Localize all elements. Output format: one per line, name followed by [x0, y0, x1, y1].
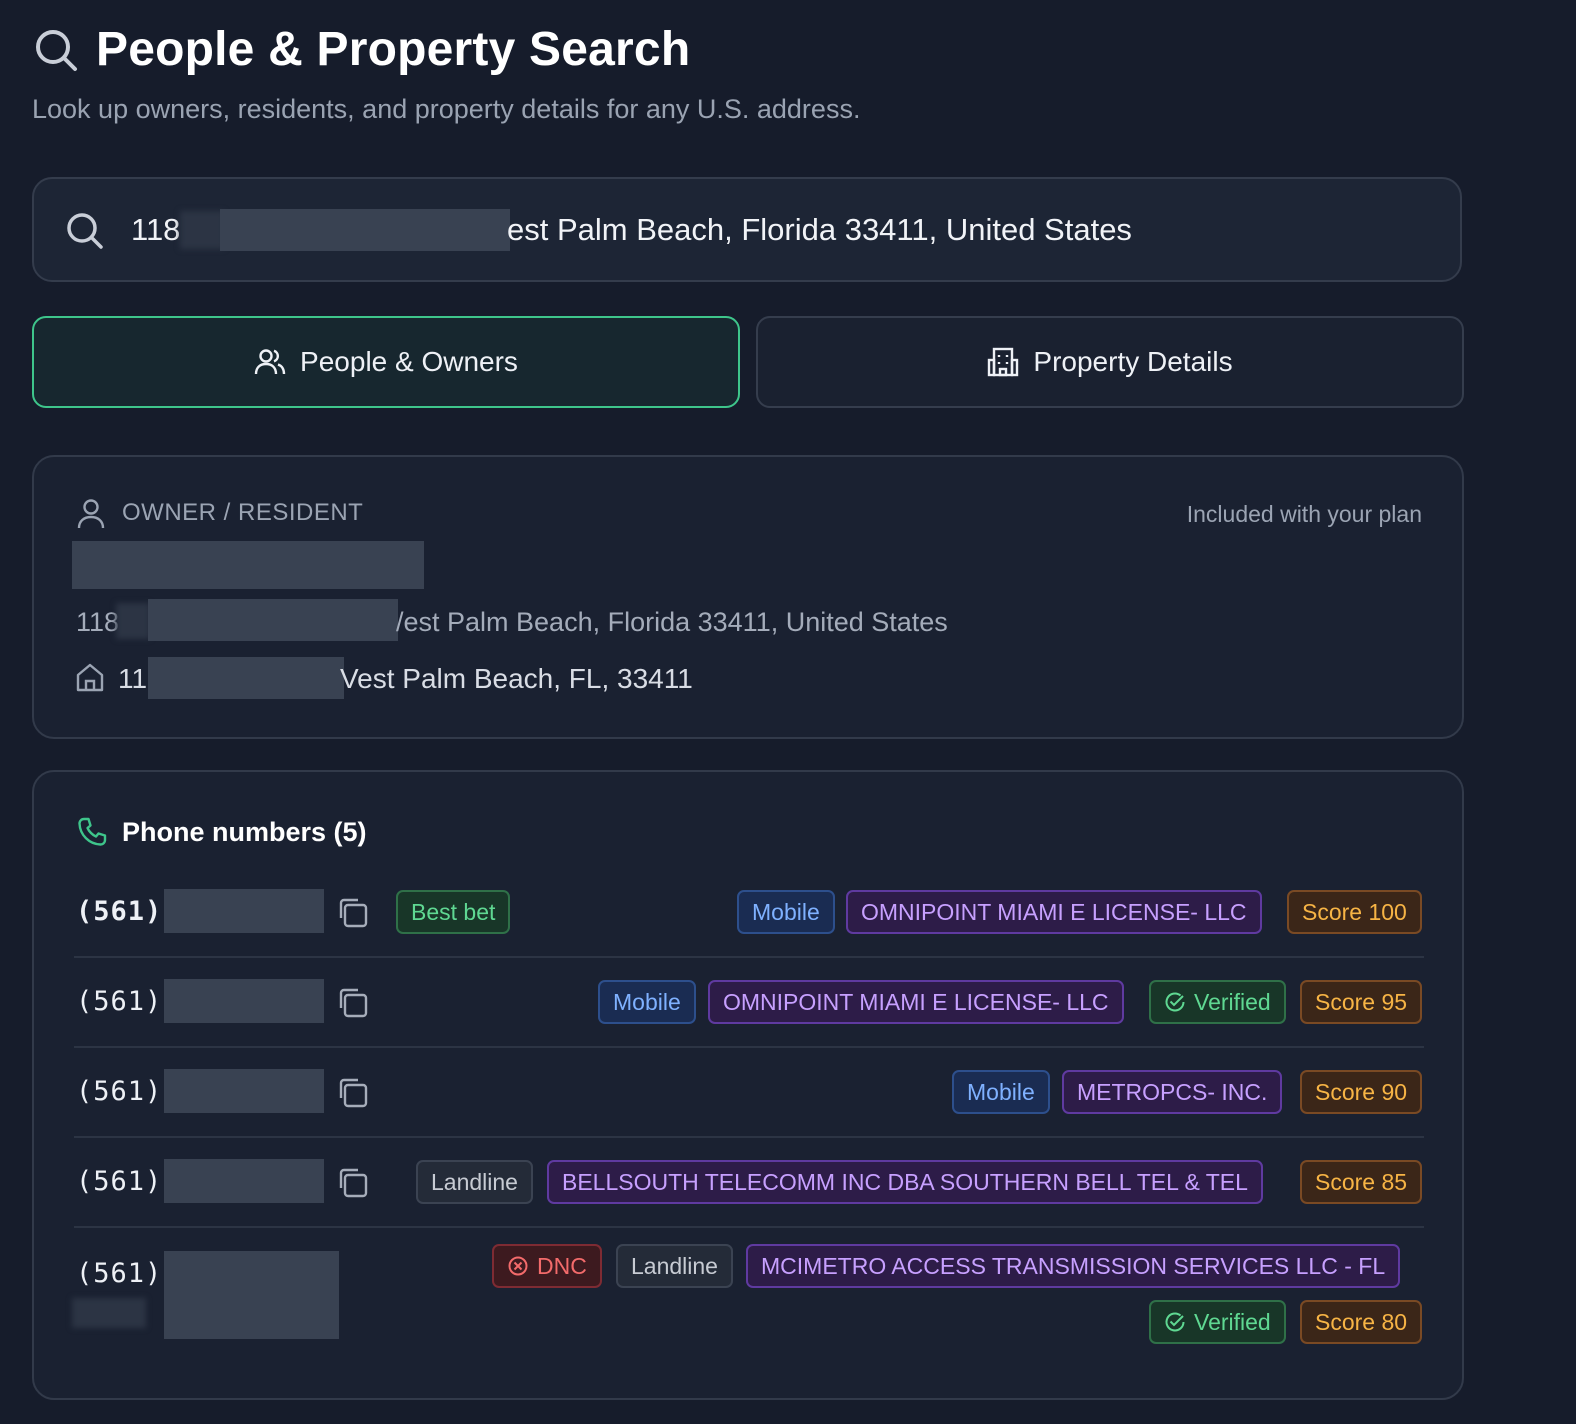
copy-icon[interactable] [336, 1076, 370, 1110]
redacted-phone-number [164, 979, 324, 1023]
line-type-badge: Mobile [598, 980, 696, 1024]
owner-address-start: 118 [76, 607, 120, 637]
check-circle-icon [1164, 991, 1186, 1013]
redacted-owner-name [72, 541, 424, 589]
carrier-badge: BELLSOUTH TELECOMM INC DBA SOUTHERN BELL… [547, 1160, 1263, 1204]
phone-prefix: (561) [76, 986, 163, 1017]
tab-label: Property Details [1033, 346, 1233, 377]
search-icon [66, 212, 104, 250]
person-icon [76, 498, 106, 530]
phone-numbers-heading: Phone numbers (5) [122, 816, 367, 847]
redacted-text [148, 657, 344, 699]
copy-icon[interactable] [336, 896, 370, 930]
owner-section-label: OWNER / RESIDENT [122, 499, 364, 526]
phone-numbers-header: Phone numbers (5) [76, 816, 367, 848]
carrier-badge: METROPCS- INC. [1062, 1070, 1283, 1114]
line-type-badge: Mobile [952, 1070, 1050, 1114]
redacted-text [72, 1298, 146, 1328]
score-badge: Score 85 [1300, 1160, 1423, 1204]
property-address-end: Vest Palm Beach, FL, 33411 [340, 663, 693, 694]
building-icon [987, 346, 1019, 378]
score-badge: Score 100 [1287, 890, 1422, 934]
line-type-badge: Landline [616, 1244, 733, 1288]
page-subtitle: Look up owners, residents, and property … [32, 94, 861, 124]
search-value-start: 118 [131, 212, 181, 247]
users-icon [254, 346, 286, 378]
redacted-text [180, 211, 224, 249]
page-title: People & Property Search [96, 23, 691, 76]
tab-label: People & Owners [300, 346, 518, 377]
home-icon [74, 661, 106, 693]
redacted-text [220, 209, 510, 251]
redacted-phone-number [164, 889, 324, 933]
redacted-phone-number [164, 1251, 339, 1339]
property-address-start: 11 [118, 663, 148, 694]
score-badge: Score 95 [1300, 980, 1423, 1024]
best-bet-badge: Best bet [396, 890, 511, 934]
owner-address-end: /est Palm Beach, Florida 33411, United S… [396, 607, 948, 637]
verified-label: Verified [1194, 1308, 1271, 1335]
redacted-phone-number [164, 1069, 324, 1113]
plan-note: Included with your plan [1186, 501, 1422, 527]
redacted-text [148, 599, 398, 641]
row-divider [74, 1226, 1424, 1228]
search-value-end: est Palm Beach, Florida 33411, United St… [507, 212, 1132, 247]
phone-prefix: (561) [76, 896, 163, 927]
row-divider [74, 1136, 1424, 1138]
dnc-badge: DNC [492, 1244, 602, 1288]
row-divider [74, 1046, 1424, 1048]
address-search-input[interactable]: 118 est Palm Beach, Florida 33411, Unite… [32, 177, 1462, 282]
redacted-phone-number [164, 1159, 324, 1203]
row-divider [74, 956, 1424, 958]
score-badge: Score 90 [1300, 1070, 1423, 1114]
phone-numbers-card: Phone numbers (5) (561) Best bet Mobile … [32, 770, 1464, 1400]
page-header: People & Property Search [34, 22, 690, 77]
carrier-badge: MCIMETRO ACCESS TRANSMISSION SERVICES LL… [746, 1244, 1401, 1288]
carrier-badge: OMNIPOINT MIAMI E LICENSE- LLC [846, 890, 1262, 934]
phone-icon [76, 816, 108, 848]
owner-card: OWNER / RESIDENT Included with your plan… [32, 455, 1464, 739]
copy-icon[interactable] [336, 1166, 370, 1200]
verified-badge: Verified [1149, 1300, 1286, 1344]
verified-badge: Verified [1149, 980, 1286, 1024]
phone-prefix: (561) [76, 1258, 163, 1289]
phone-prefix: (561) [76, 1166, 163, 1197]
copy-icon[interactable] [336, 986, 370, 1020]
search-icon [34, 28, 78, 72]
line-type-badge: Mobile [737, 890, 835, 934]
tab-people-owners[interactable]: People & Owners [32, 316, 740, 408]
score-badge: Score 80 [1300, 1300, 1423, 1344]
tab-property-details[interactable]: Property Details [756, 316, 1464, 408]
carrier-badge: OMNIPOINT MIAMI E LICENSE- LLC [708, 980, 1124, 1024]
line-type-badge: Landline [416, 1160, 533, 1204]
verified-label: Verified [1194, 988, 1271, 1015]
dnc-label: DNC [537, 1252, 587, 1279]
check-circle-icon [1164, 1311, 1186, 1333]
x-circle-icon [507, 1255, 529, 1277]
phone-prefix: (561) [76, 1076, 163, 1107]
redacted-text [116, 603, 150, 639]
